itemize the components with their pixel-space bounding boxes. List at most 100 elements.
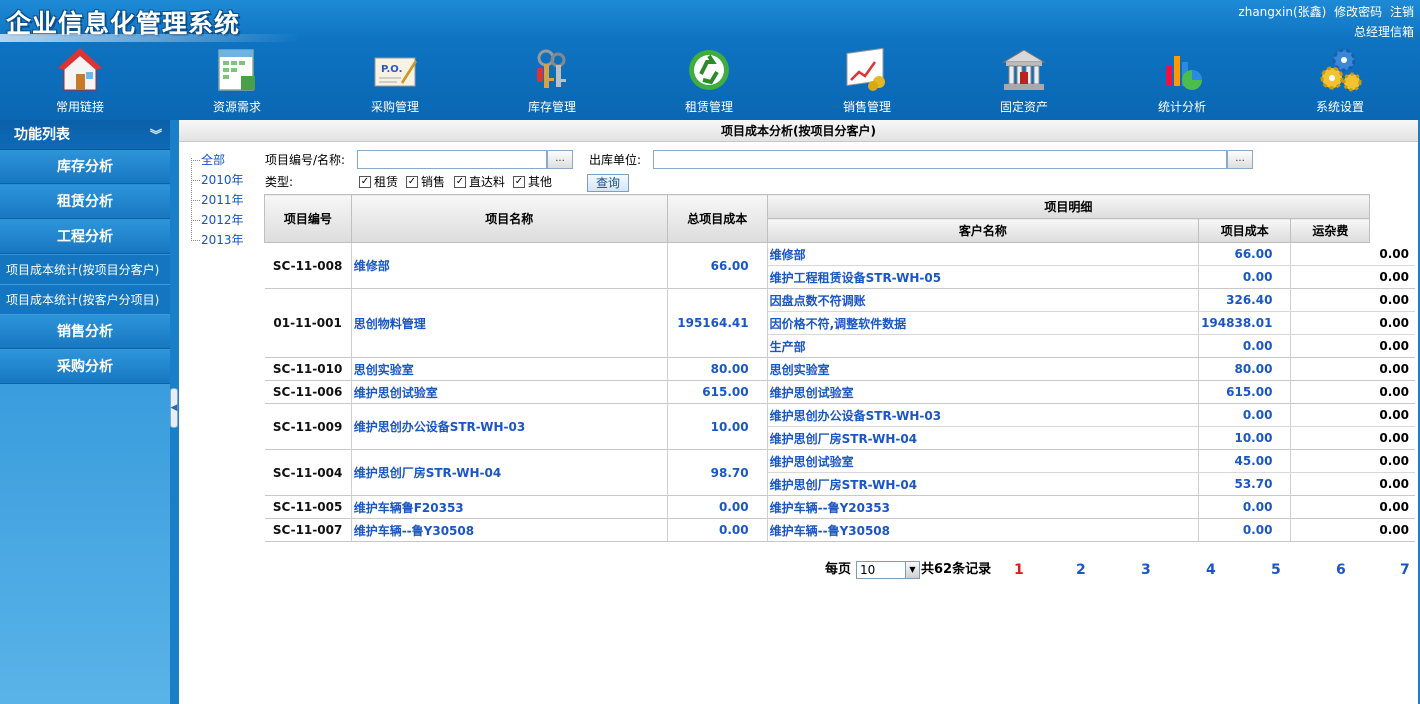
keys-icon: [537, 49, 566, 88]
nav-item-purchase[interactable]: P.O. 采购管理: [340, 44, 450, 116]
table-body: SC-11-008 维修部 66.00 维修部 66.00 0.00 维护工程租赁设备STR…: [264, 242, 1415, 542]
project-name-cell[interactable]: 思创实验室: [350, 357, 668, 381]
type-direct-checkbox[interactable]: ✓ 直达料: [454, 175, 505, 189]
change-password-link[interactable]: 修改密码: [1334, 5, 1382, 19]
sidebar-item-purchase-analysis[interactable]: 采购分析: [0, 350, 170, 384]
customer-name-cell[interactable]: 思创实验室: [766, 357, 1199, 381]
table-row: SC-11-005 维护车辆鲁F20353 0.00 维护车辆--鲁Y20353 0.0…: [264, 495, 1415, 519]
sidebar-subitem-by-project[interactable]: 项目成本统计(按项目分客户): [0, 255, 170, 285]
nav-item-inventory[interactable]: 库存管理: [497, 44, 607, 116]
project-code-cell: SC-11-008: [264, 242, 352, 289]
logout-link[interactable]: 注销: [1390, 5, 1414, 19]
customer-name-cell[interactable]: 维护思创厂房STR-WH-04: [766, 426, 1199, 450]
header: 企业信息化管理系统 zhangxin(张鑫) 修改密码 注销 总经理信箱 常用链…: [0, 0, 1420, 120]
freight-fee-cell: 0.00: [1290, 334, 1415, 358]
table-row: SC-11-009 维护思创办公设备STR-WH-03 10.00 维护思创办公设备S…: [264, 403, 1415, 450]
customer-name-cell[interactable]: 维护思创试验室: [766, 380, 1199, 404]
customer-name-cell[interactable]: 维护车辆--鲁Y20353: [766, 495, 1199, 519]
sidebar-title: 功能列表: [14, 127, 70, 143]
page-link-2[interactable]: 2: [1076, 560, 1086, 580]
per-page-select[interactable]: 10 ▼: [856, 561, 920, 579]
query-button[interactable]: 查询: [587, 174, 629, 192]
nav-item-statistics[interactable]: 统计分析: [1127, 44, 1237, 116]
checkbox-checked-icon: ✓: [359, 176, 371, 188]
user-name[interactable]: zhangxin(张鑫): [1238, 5, 1326, 19]
project-total-cell: 0.00: [666, 518, 768, 542]
nav-item-assets[interactable]: 固定资产: [969, 44, 1079, 116]
customer-name-cell[interactable]: 维护思创厂房STR-WH-04: [766, 472, 1199, 496]
customer-cost-cell: 80.00: [1198, 357, 1291, 381]
total-prefix: 共: [921, 562, 935, 577]
project-browse-button[interactable]: ...: [547, 150, 573, 169]
customer-name-cell[interactable]: 因价格不符,调整软件数据: [766, 311, 1199, 335]
project-total-cell: 98.70: [666, 449, 768, 496]
nav-item-lease[interactable]: 租赁管理: [654, 44, 764, 116]
customer-name-cell[interactable]: 维护车辆--鲁Y30508: [766, 518, 1199, 542]
total-records: 共62条记录: [921, 560, 991, 580]
dropdown-arrow-icon: ▼: [905, 562, 919, 578]
tree-item-2012[interactable]: 2012年: [191, 210, 261, 230]
customer-name-cell[interactable]: 生产部: [766, 334, 1199, 358]
project-code-cell: SC-11-005: [264, 495, 352, 519]
checkbox-checked-icon: ✓: [513, 176, 525, 188]
app-window: 企业信息化管理系统 zhangxin(张鑫) 修改密码 注销 总经理信箱 常用链…: [0, 0, 1420, 704]
customer-name-cell[interactable]: 维护思创试验室: [766, 449, 1199, 473]
table-row: SC-11-004 维护思创厂房STR-WH-04 98.70 维护思创试验室 45.0…: [264, 449, 1415, 496]
type-lease-checkbox[interactable]: ✓ 租赁: [359, 175, 398, 189]
sidebar-item-project-analysis[interactable]: 工程分析: [0, 220, 170, 254]
customer-name-cell[interactable]: 维护思创办公设备STR-WH-03: [766, 403, 1199, 427]
sidebar-header: 功能列表 ︾: [0, 120, 170, 150]
recycle-icon: [689, 50, 729, 90]
outbound-browse-button[interactable]: ...: [1227, 150, 1253, 169]
tree-item-2011[interactable]: 2011年: [191, 190, 261, 210]
project-name-cell[interactable]: 维护思创试验室: [350, 380, 668, 404]
page-title: 项目成本分析(按项目分客户): [179, 120, 1418, 142]
page-link-7[interactable]: 7: [1400, 560, 1410, 580]
project-name-cell[interactable]: 维护车辆鲁F20353: [350, 495, 668, 519]
customer-cost-cell: 326.40: [1198, 288, 1291, 312]
project-input[interactable]: [357, 150, 547, 169]
sidebar-collapse-handle[interactable]: ◀: [170, 388, 178, 428]
freight-fee-cell: 0.00: [1290, 380, 1415, 404]
tree-item-2010[interactable]: 2010年: [191, 170, 261, 190]
nav-label: 资源需求: [212, 100, 261, 114]
page-link-3[interactable]: 3: [1141, 560, 1151, 580]
col-header-cost: 项目成本: [1198, 218, 1292, 243]
page-link-1[interactable]: 1: [1014, 560, 1024, 580]
type-sales-checkbox[interactable]: ✓ 销售: [406, 175, 445, 189]
sidebar-subitem-by-customer[interactable]: 项目成本统计(按客户分项目): [0, 285, 170, 315]
project-code-cell: SC-11-007: [264, 518, 352, 542]
nav-item-resources[interactable]: 资源需求: [182, 44, 292, 116]
customer-cost-cell: 194838.01: [1198, 311, 1291, 335]
project-name-cell[interactable]: 思创物料管理: [350, 288, 668, 358]
type-other-checkbox[interactable]: ✓ 其他: [513, 175, 552, 189]
customer-cost-cell: 0.00: [1198, 334, 1291, 358]
nav-item-links[interactable]: 常用链接: [25, 44, 135, 116]
checkbox-label: 其他: [528, 175, 553, 189]
customer-name-cell[interactable]: 维修部: [766, 242, 1199, 266]
sidebar-item-sales-analysis[interactable]: 销售分析: [0, 315, 170, 349]
nav-item-settings[interactable]: 系统设置: [1285, 44, 1395, 116]
per-page-value: 10: [860, 563, 876, 577]
tree-item-all[interactable]: 全部: [191, 150, 261, 170]
project-name-cell[interactable]: 维护车辆--鲁Y30508: [350, 518, 668, 542]
customer-cost-cell: 0.00: [1198, 518, 1291, 542]
outbound-input[interactable]: [653, 150, 1227, 169]
freight-fee-cell: 0.00: [1290, 495, 1415, 519]
nav-item-sales[interactable]: 销售管理: [812, 44, 922, 116]
project-name-cell[interactable]: 维修部: [350, 242, 668, 289]
table-row: SC-11-010 思创实验室 80.00 思创实验室 80.00 0.00: [264, 357, 1415, 381]
project-name-cell[interactable]: 维护思创办公设备STR-WH-03: [350, 403, 668, 450]
checkbox-label: 直达料: [469, 175, 506, 189]
customer-name-cell[interactable]: 维护工程租赁设备STR-WH-05: [766, 265, 1199, 289]
sidebar-item-inventory-analysis[interactable]: 库存分析: [0, 150, 170, 184]
mailbox-link[interactable]: 总经理信箱: [1354, 25, 1414, 39]
tree-item-2013[interactable]: 2013年: [191, 230, 261, 250]
collapse-chevron-icon[interactable]: ︾: [150, 120, 162, 150]
page-link-5[interactable]: 5: [1271, 560, 1281, 580]
customer-name-cell[interactable]: 因盘点数不符调账: [766, 288, 1199, 312]
page-link-6[interactable]: 6: [1336, 560, 1346, 580]
sidebar-item-lease-analysis[interactable]: 租赁分析: [0, 185, 170, 219]
project-name-cell[interactable]: 维护思创厂房STR-WH-04: [350, 449, 668, 496]
page-link-4[interactable]: 4: [1206, 560, 1216, 580]
